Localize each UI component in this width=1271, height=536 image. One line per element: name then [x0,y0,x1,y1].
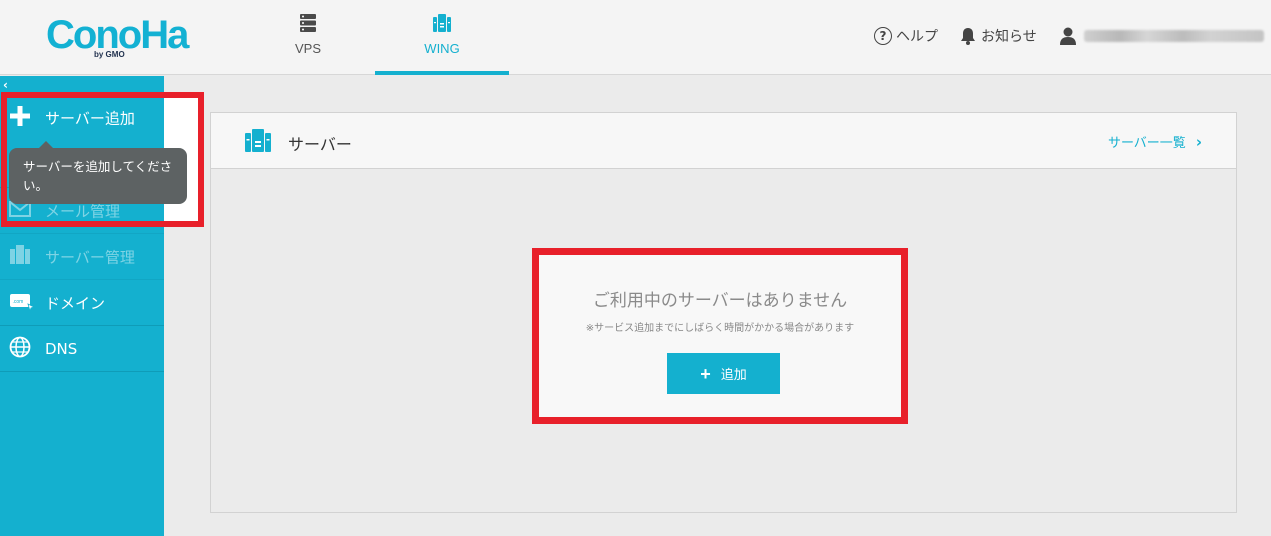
sidebar-item-label: サーバー追加 [45,109,135,128]
wing-server-icon [244,127,272,159]
help-icon: ? [874,27,892,45]
top-header: ConoHa by GMO VPS WING ? ヘルプ お知らせ [0,0,1271,75]
empty-state-title: ご利用中のサーバーはありません [592,291,848,311]
svg-text:.com: .com [13,299,24,305]
help-label: ヘルプ [896,29,938,45]
add-server-button[interactable]: + 追加 [667,353,780,394]
sidebar-item-label: サーバー管理 [45,248,135,266]
server-list-link[interactable]: サーバー一覧 › [1107,132,1202,152]
server-list-label: サーバー一覧 [1107,136,1186,151]
sidebar-item-label: DNS [45,339,78,358]
bell-icon [960,27,976,45]
chevron-right-icon: › [1195,132,1202,151]
wing-server-icon [431,13,453,39]
globe-icon [9,336,31,362]
user-icon [1060,27,1076,45]
plus-icon: + [700,363,711,384]
empty-state-note: ※サービス追加までにしばらく時間がかかる場合があります [585,323,855,334]
conoha-logo[interactable]: ConoHa by GMO [46,12,191,62]
add-server-tooltip: サーバーを追加してください。 [9,141,187,204]
user-name-redacted [1084,30,1264,42]
server-icon [9,244,31,270]
notifications-link[interactable]: お知らせ [960,26,1037,46]
tab-wing-label: WING [424,41,460,56]
sidebar-item-domain[interactable]: .com ドメイン [0,280,164,326]
empty-state-highlight: ご利用中のサーバーはありません ※サービス追加までにしばらく時間がかかる場合があ… [532,248,908,424]
panel-header: サーバー サーバー一覧 › [211,113,1236,169]
page-title: サーバー [288,135,352,154]
sidebar-item-add-server[interactable]: サーバー追加 [0,94,164,142]
sidebar-item-label: ドメイン [45,294,106,312]
server-stack-icon [298,13,318,37]
sidebar-collapse-button[interactable]: ‹ [3,78,8,92]
sidebar-item-dns[interactable]: DNS [0,326,164,372]
help-link[interactable]: ? ヘルプ [874,26,938,46]
plus-icon [9,105,31,131]
tab-vps[interactable]: VPS [241,0,375,75]
sidebar-item-server[interactable]: サーバー管理 [0,234,164,280]
news-label: お知らせ [981,29,1037,45]
tab-wing[interactable]: WING [375,0,509,75]
domain-icon: .com [9,291,36,315]
sidebar: ‹ サーバー追加 メール管理 サーバー管理 .com ドメイン DNS [0,76,164,536]
add-button-label: 追加 [720,367,747,382]
logo-by-gmo: by GMO [94,50,125,59]
tab-vps-label: VPS [294,41,321,56]
user-menu[interactable] [1060,26,1264,46]
